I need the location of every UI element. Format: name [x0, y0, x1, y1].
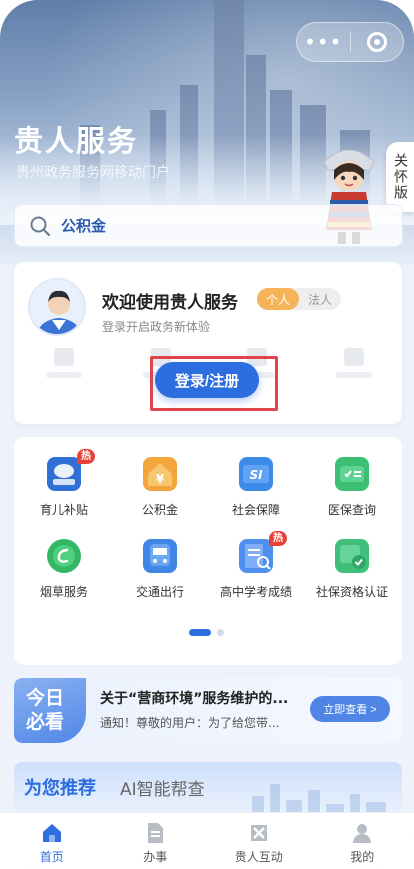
tab-ai-search[interactable]: AI智能帮查 — [120, 775, 205, 800]
home-icon — [42, 824, 61, 842]
tab-label: 办事 — [143, 850, 168, 864]
svg-text:SI: SI — [249, 468, 263, 482]
service-label: 高中学考成绩 — [219, 585, 292, 599]
service-social-security[interactable]: SI 社会保障 — [208, 457, 304, 527]
page-dot — [217, 629, 224, 636]
today-badge: 今日 必看 — [14, 678, 86, 743]
miniprogram-capsule: ••• — [296, 22, 404, 62]
view-now-button[interactable]: 立即查看 > — [310, 696, 390, 722]
qualification-cert-icon — [335, 539, 369, 573]
tab-services[interactable]: 办事 — [104, 813, 208, 869]
faded-item — [44, 348, 84, 382]
exam-score-icon: 热 — [239, 531, 287, 573]
notice-subtitle: 通知！尊敬的用户：为了给您带... — [100, 716, 280, 730]
search-icon — [30, 216, 51, 236]
svg-text:¥: ¥ — [156, 472, 165, 486]
login-register-button[interactable]: 登录/注册 — [155, 362, 259, 398]
service-label: 育儿补贴 — [39, 503, 88, 517]
childcare-subsidy-icon: 热 — [47, 449, 95, 491]
service-label: 社保资格认证 — [315, 585, 388, 599]
tab-label: 首页 — [39, 850, 64, 864]
welcome-title: 欢迎使用贵人服务 — [102, 293, 238, 313]
hot-badge: 热 — [77, 449, 95, 464]
service-label: 公积金 — [141, 503, 178, 517]
interaction-icon — [250, 825, 267, 841]
care-mode-tab[interactable]: 关怀版 — [386, 142, 414, 212]
page-dot-active — [189, 629, 211, 636]
identity-toggle[interactable]: 个人 法人 — [257, 288, 341, 310]
user-avatar-icon — [30, 280, 84, 334]
person-icon — [353, 824, 372, 843]
service-exam-score[interactable]: 热 高中学考成绩 — [208, 531, 304, 609]
service-childcare-subsidy[interactable]: 热 育儿补贴 — [16, 449, 112, 527]
tab-label: 我的 — [350, 850, 375, 864]
today-badge-line2: 必看 — [26, 711, 65, 733]
hot-badge: 热 — [269, 531, 287, 546]
document-icon — [148, 823, 164, 843]
page-subtitle: 贵州政务服务网移动门户 — [16, 165, 170, 181]
tab-profile[interactable]: 我的 — [311, 813, 414, 869]
today-notice-banner[interactable]: 今日 必看 关于“营商环境”服务维护的... 通知！尊敬的用户：为了给您带...… — [14, 678, 402, 743]
services-grid: 热 育儿补贴 ¥ 公积金 SI 社会保障 医保查询 烟草服务 交通出行 热 高中… — [14, 437, 402, 665]
welcome-card: 欢迎使用贵人服务 个人 法人 登录开启政务新体验 登录/注册 — [14, 262, 402, 424]
tab-home[interactable]: 首页 — [0, 813, 104, 869]
medical-insurance-icon — [335, 457, 369, 491]
tab-label: 贵人互动 — [234, 850, 283, 864]
service-tobacco[interactable]: 烟草服务 — [16, 539, 112, 609]
service-label: 医保查询 — [327, 503, 376, 517]
bus-icon — [143, 539, 177, 573]
service-qualification-cert[interactable]: 社保资格认证 — [304, 539, 400, 609]
today-badge-line1: 今日 — [26, 687, 65, 709]
hero-banner: ••• 贵人服务 贵州政务服务网移动门户 关怀版 公积金 — [0, 0, 414, 265]
toggle-legal-person[interactable]: 法人 — [299, 288, 341, 310]
notice-title: 关于“营商环境”服务维护的... — [100, 691, 289, 707]
welcome-subtitle: 登录开启政务新体验 — [102, 320, 211, 334]
tab-interaction[interactable]: 贵人互动 — [207, 813, 311, 869]
tobacco-service-icon — [47, 539, 81, 573]
bottom-tab-bar: 首页 办事 贵人互动 我的 — [0, 812, 414, 869]
avatar[interactable] — [28, 278, 86, 336]
social-security-icon: SI — [239, 457, 273, 491]
search-bar[interactable]: 公积金 — [14, 204, 403, 247]
service-transport[interactable]: 交通出行 — [112, 539, 208, 609]
page-title: 贵人服务 — [14, 124, 139, 158]
page-indicator — [189, 629, 224, 636]
housing-fund-icon: ¥ — [143, 457, 177, 491]
more-icon[interactable]: ••• — [297, 23, 350, 61]
app-screen: ••• 贵人服务 贵州政务服务网移动门户 关怀版 公积金 欢迎使用贵人服务 个人… — [0, 0, 414, 869]
tab-recommend[interactable]: 为您推荐 — [24, 774, 96, 800]
search-keyword: 公积金 — [61, 217, 107, 235]
toggle-personal[interactable]: 个人 — [257, 288, 299, 310]
service-medical-insurance[interactable]: 医保查询 — [304, 457, 400, 527]
service-housing-fund[interactable]: ¥ 公积金 — [112, 457, 208, 527]
close-miniprogram-icon[interactable] — [350, 23, 403, 61]
service-label: 烟草服务 — [39, 585, 88, 599]
service-label: 交通出行 — [135, 585, 184, 599]
service-label: 社会保障 — [231, 503, 280, 517]
faded-item — [334, 348, 374, 382]
